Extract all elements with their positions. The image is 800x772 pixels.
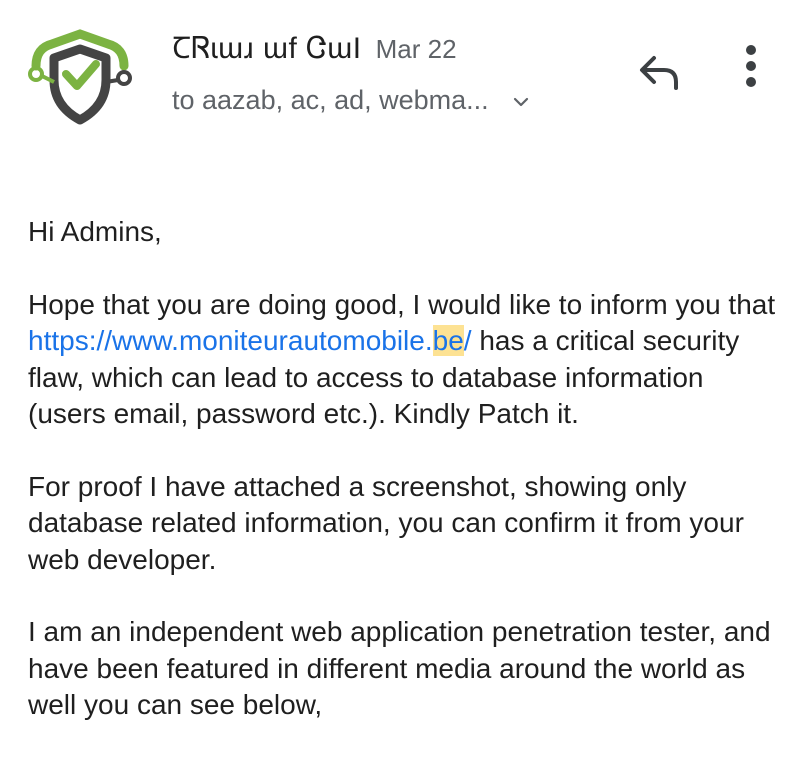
reply-button[interactable] — [634, 50, 684, 94]
sender-name[interactable]: ꞆᏒɩɯɹ ɯf ᏣɯI — [172, 26, 362, 67]
message-body: Hi Admins, Hope that you are doing good,… — [28, 214, 778, 760]
paragraph-vulnerability: Hope that you are doing good, I would li… — [28, 287, 778, 433]
more-options-button[interactable] — [736, 42, 766, 94]
link-text-highlighted: be — [432, 325, 464, 356]
more-vert-icon — [746, 45, 756, 87]
sender-line: ꞆᏒɩɯɹ ɯf ᏣɯI Mar 22 — [172, 26, 457, 66]
paragraph-about: I am an independent web application pene… — [28, 616, 771, 720]
website-link[interactable]: https://www.moniteurautomobile.be/ — [28, 325, 472, 356]
recipients-line[interactable]: to aazab, ac, ad, webma... — [172, 80, 531, 120]
link-text-end: / — [463, 325, 472, 356]
message-header: ꞆᏒɩɯɹ ɯf ᏣɯI Mar 22 to aazab, ac, ad, we… — [0, 0, 800, 150]
greeting: Hi Admins, — [28, 216, 162, 247]
shield-check-icon — [28, 29, 132, 125]
link-text-start: https://www.moniteurautomobile. — [28, 325, 433, 356]
chevron-down-icon[interactable] — [511, 92, 531, 112]
reply-icon — [640, 56, 678, 90]
sender-avatar[interactable] — [24, 22, 136, 134]
message-date: Mar 22 — [375, 34, 457, 64]
paragraph-text: Hope that you are doing good, I would li… — [28, 288, 776, 320]
paragraph-proof: For proof I have attached a screenshot, … — [28, 470, 744, 575]
recipients-summary[interactable]: to aazab, ac, ad, webma... — [172, 85, 489, 116]
